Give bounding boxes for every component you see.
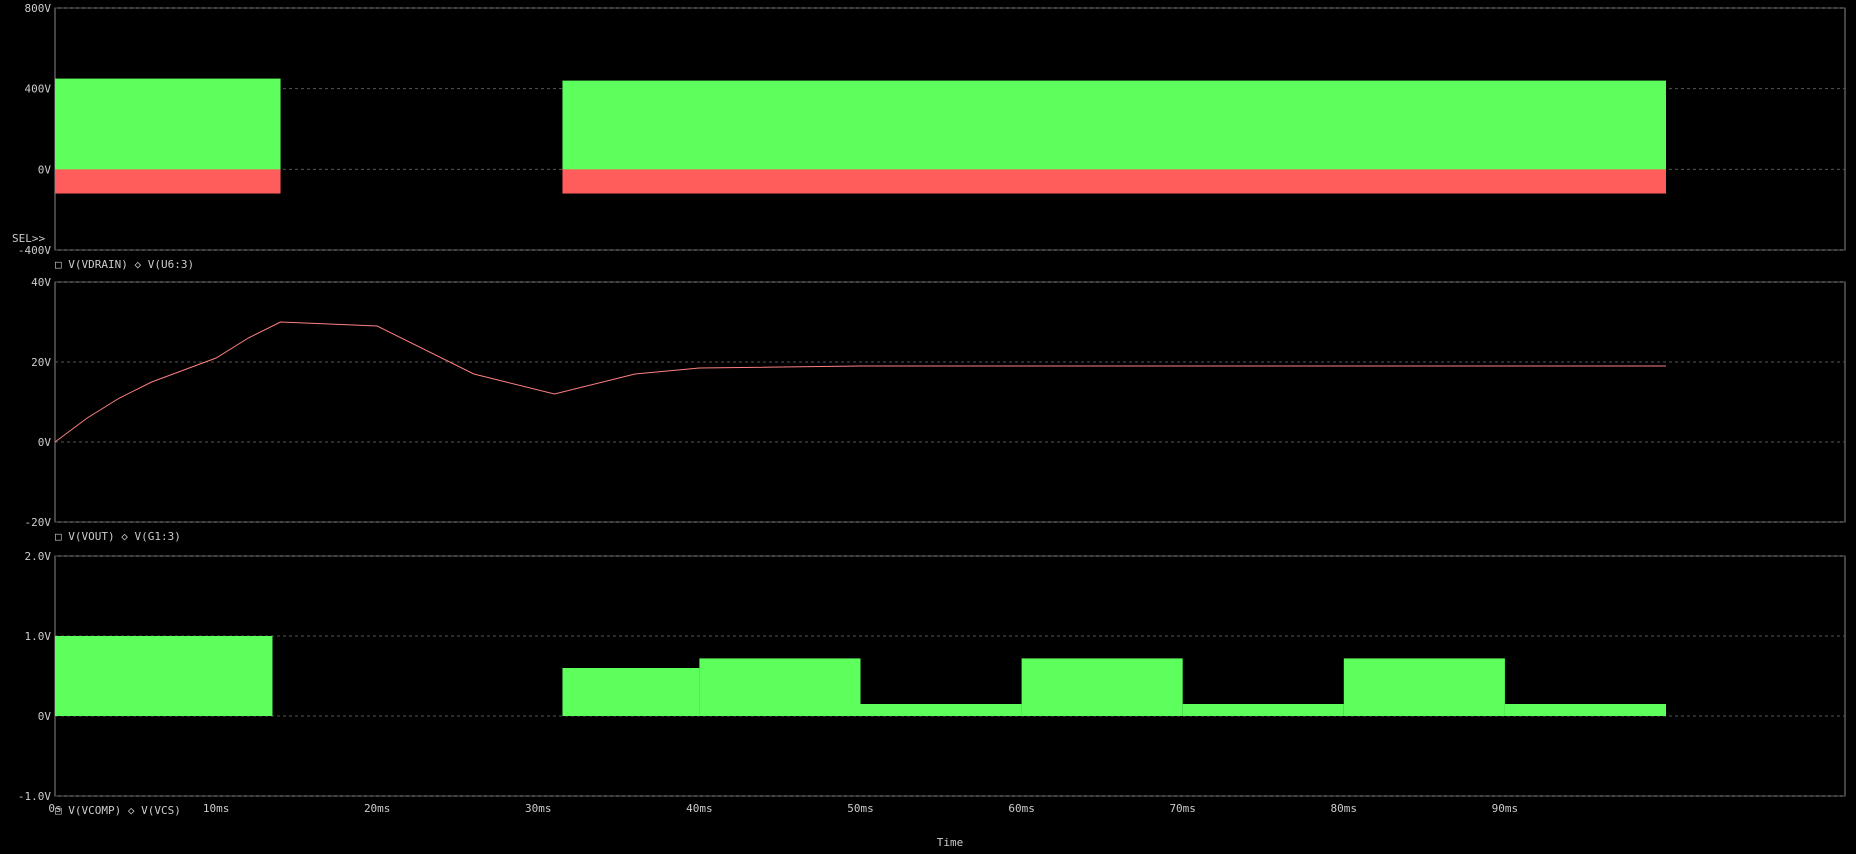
- x-tick-label: 80ms: [1331, 802, 1358, 815]
- x-tick-label: 20ms: [364, 802, 391, 815]
- waveform-band: [562, 668, 700, 716]
- y-tick-label: 20V: [31, 356, 51, 369]
- waveform-band: [860, 704, 1022, 716]
- y-tick-label: 800V: [25, 2, 52, 15]
- waveform-plot: 800V 400V 0V -400V □ V(VDRAIN) ◇ V(U6:3) SEL>…: [12, 2, 1846, 849]
- waveform-band: [699, 658, 861, 716]
- legend: □ V(VCOMP) ◇ V(VCS): [55, 804, 181, 817]
- y-tick-label: 40V: [31, 276, 51, 289]
- y-tick-label: 2.0V: [25, 550, 52, 563]
- x-tick-label: 50ms: [847, 802, 874, 815]
- waveform-band: [562, 169, 1666, 194]
- waveform-band: [1504, 704, 1666, 716]
- x-tick-label: 90ms: [1492, 802, 1519, 815]
- waveform-band: [55, 169, 281, 194]
- waveform-band: [55, 78, 281, 172]
- waveform-band: [562, 80, 1666, 172]
- y-tick-label: 0V: [38, 163, 52, 176]
- legend: □ V(VDRAIN) ◇ V(U6:3): [55, 258, 194, 271]
- legend: □ V(VOUT) ◇ V(G1:3): [55, 530, 181, 543]
- x-axis-label: Time: [937, 836, 964, 849]
- waveform-band: [55, 636, 273, 716]
- x-tick-label: 60ms: [1008, 802, 1035, 815]
- x-tick-label: 0s: [48, 802, 61, 815]
- y-tick-label: -1.0V: [18, 790, 51, 803]
- plot-frame: [54, 281, 1846, 523]
- y-tick-label: 0V: [38, 710, 52, 723]
- waveform-band: [1021, 658, 1183, 716]
- sel-label: SEL>>: [12, 232, 45, 245]
- waveform-band: [1343, 658, 1505, 716]
- plot-frame: [54, 555, 1846, 797]
- x-tick-label: 10ms: [203, 802, 230, 815]
- y-tick-label: 0V: [38, 436, 52, 449]
- y-tick-label: -400V: [18, 244, 51, 257]
- x-tick-label: 40ms: [686, 802, 713, 815]
- y-tick-label: -20V: [25, 516, 52, 529]
- waveform-band: [1182, 704, 1344, 716]
- y-tick-label: 400V: [25, 83, 52, 96]
- x-tick-label: 30ms: [525, 802, 552, 815]
- y-tick-label: 1.0V: [25, 630, 52, 643]
- waveform-line: [54, 321, 1666, 443]
- x-tick-label: 70ms: [1169, 802, 1196, 815]
